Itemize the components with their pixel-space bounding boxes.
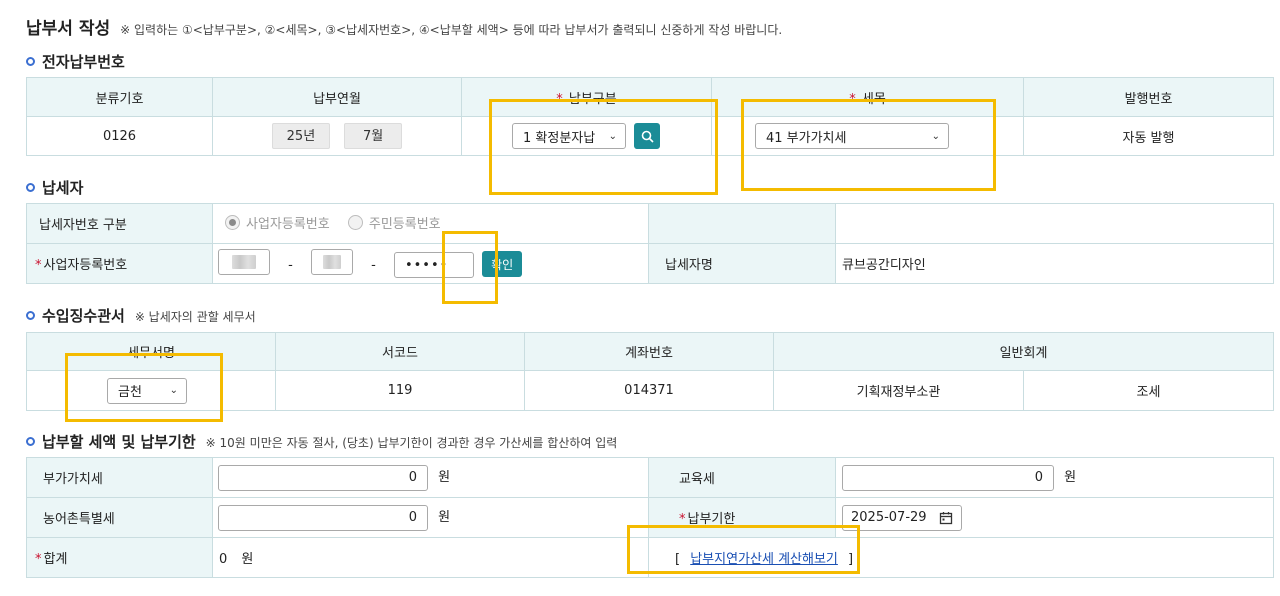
month-field: 7월	[344, 123, 403, 149]
bullet-icon	[26, 311, 35, 320]
chevron-down-icon: ⌄	[608, 130, 617, 142]
required-icon: *	[35, 552, 42, 567]
section-office: 수입징수관서 ※ 납세자의 관할 세무서	[26, 305, 256, 326]
tax-item-select[interactable]: 41 부가가치세 ⌄	[755, 123, 949, 149]
required-icon: *	[679, 512, 686, 527]
header-class-code: 분류기호	[26, 77, 213, 117]
section-office-note: ※ 납세자의 관할 세무서	[134, 310, 256, 324]
taxpayer-table: 납세자번호 구분 사업자등록번호 주민등록번호 * 사업자등록번호 - - •••…	[26, 203, 1274, 284]
brn-label: * 사업자등록번호	[26, 243, 213, 284]
office-name-cell: 금천 ⌄	[26, 370, 276, 411]
bullet-icon	[26, 183, 35, 192]
required-icon: *	[849, 91, 856, 107]
section-taxpayer-title: 납세자	[42, 179, 84, 197]
ministry-value: 기획재정부소관	[773, 370, 1024, 411]
total-cell: 0 원	[212, 537, 649, 578]
search-button[interactable]	[634, 123, 661, 149]
account-value: 014371	[524, 370, 774, 411]
class-code-value: 0126	[26, 116, 213, 156]
section-amount-note: ※ 10원 미만은 자동 절사, (당초) 납부기한이 경과한 경우 가산세를 …	[205, 436, 618, 450]
required-icon: *	[35, 258, 42, 273]
masked-text	[232, 254, 256, 269]
blank-cell	[835, 203, 1274, 244]
header-general-account: 일반회계	[773, 332, 1274, 371]
amount-table: 부가가치세 0 원 교육세 0 원 농어촌특별세 0 원 * 납부기한 2025-…	[26, 457, 1274, 578]
taxpayer-name-label: 납세자명	[648, 243, 836, 284]
edu-input[interactable]: 0	[842, 464, 1054, 491]
tax-item-cell: 41 부가가치세 ⌄	[711, 116, 1024, 156]
radio-business-number[interactable]: 사업자등록번호	[225, 213, 330, 232]
brn-part1-input[interactable]	[218, 248, 270, 275]
page-title: 납부서 작성	[26, 19, 111, 39]
bracket-close: ]	[848, 552, 854, 567]
chevron-down-icon: ⌄	[169, 385, 178, 396]
header-tax-item: * 세목	[711, 77, 1024, 117]
dash-1: -	[288, 257, 293, 273]
office-table: 세무서명 서코드 계좌번호 일반회계 금천 ⌄ 119 014371 기획재정부소…	[26, 332, 1274, 411]
won-unit: 원	[1064, 470, 1077, 485]
radio-icon	[225, 215, 240, 230]
bullet-icon	[26, 437, 35, 446]
won-unit: 원	[438, 510, 451, 525]
year-field: 25년	[271, 123, 330, 149]
taxpayer-type-label: 납세자번호 구분	[26, 203, 213, 244]
office-select[interactable]: 금천 ⌄	[107, 377, 187, 404]
calc-cell: [ 납부지연가산세 계산해보기 ]	[648, 537, 1274, 578]
masked-text	[322, 254, 341, 269]
issue-no-value: 자동 발행	[1023, 116, 1274, 156]
header-account: 계좌번호	[524, 332, 774, 371]
payment-type-select[interactable]: 1 확정분자납 ⌄	[512, 123, 626, 149]
bracket-open: [	[675, 552, 681, 567]
header-office-code: 서코드	[275, 332, 525, 371]
brn-part3-input[interactable]: •••••	[393, 252, 474, 279]
won-unit: 원	[438, 470, 451, 485]
total-value: 0	[219, 552, 228, 567]
header-office-name: 세무서명	[26, 332, 276, 371]
late-penalty-calc-link[interactable]: 납부지연가산세 계산해보기	[690, 552, 838, 567]
header-pay-type: * 납부구분	[461, 77, 712, 117]
taxpayer-type-cell: 사업자등록번호 주민등록번호	[212, 203, 649, 244]
bullet-icon	[26, 57, 35, 66]
rural-input[interactable]: 0	[218, 504, 428, 531]
taxpayer-name-value: 큐브공간디자인	[835, 243, 1274, 284]
required-icon: *	[556, 91, 563, 107]
won-unit: 원	[241, 552, 254, 567]
confirm-button[interactable]: 확인	[482, 251, 523, 278]
radio-icon	[347, 215, 363, 230]
chevron-down-icon: ⌄	[931, 130, 940, 142]
radio-resident-number[interactable]: 주민등록번호	[347, 213, 441, 232]
edu-cell: 0 원	[835, 457, 1274, 498]
dash-2: -	[371, 257, 376, 273]
section-amount: 납부할 세액 및 납부기한 ※ 10원 미만은 자동 절사, (당초) 납부기한…	[26, 431, 617, 452]
calendar-icon[interactable]	[939, 511, 953, 525]
section-office-title: 수입징수관서	[42, 307, 125, 325]
section-taxpayer: 납세자	[26, 177, 83, 198]
edu-label: 교육세	[648, 457, 836, 498]
due-date-input[interactable]: 2025-07-29	[842, 504, 962, 531]
rural-label: 농어촌특별세	[26, 497, 213, 538]
search-icon	[641, 130, 654, 143]
brn-cell: - - ••••• 확인	[212, 243, 649, 284]
due-date-cell: 2025-07-29	[835, 497, 1274, 538]
page-header: 납부서 작성 ※ 입력하는 ①<납부구분>, ②<세목>, ③<납세자번호>, …	[26, 14, 782, 39]
electronic-table: 분류기호 납부연월 * 납부구분 * 세목 발행번호 0126 25년 7월 1…	[26, 77, 1274, 156]
blank-label	[648, 203, 836, 244]
section-electronic: 전자납부번호	[26, 51, 125, 72]
brn-part2-input[interactable]	[310, 248, 353, 275]
rural-cell: 0 원	[212, 497, 649, 538]
pay-type-cell: 1 확정분자납 ⌄	[461, 116, 712, 156]
tax-type-value: 조세	[1023, 370, 1274, 411]
section-electronic-title: 전자납부번호	[42, 53, 125, 71]
vat-cell: 0 원	[212, 457, 649, 498]
due-date-label: * 납부기한	[648, 497, 836, 538]
total-label: * 합계	[26, 537, 213, 578]
page-note: ※ 입력하는 ①<납부구분>, ②<세목>, ③<납세자번호>, ④<납부할 세…	[120, 23, 783, 37]
header-pay-month: 납부연월	[212, 77, 462, 117]
office-code-value: 119	[275, 370, 525, 411]
header-issue-no: 발행번호	[1023, 77, 1274, 117]
vat-input[interactable]: 0	[218, 464, 428, 491]
pay-month-cell: 25년 7월	[212, 116, 462, 156]
section-amount-title: 납부할 세액 및 납부기한	[42, 433, 196, 451]
vat-label: 부가가치세	[26, 457, 213, 498]
